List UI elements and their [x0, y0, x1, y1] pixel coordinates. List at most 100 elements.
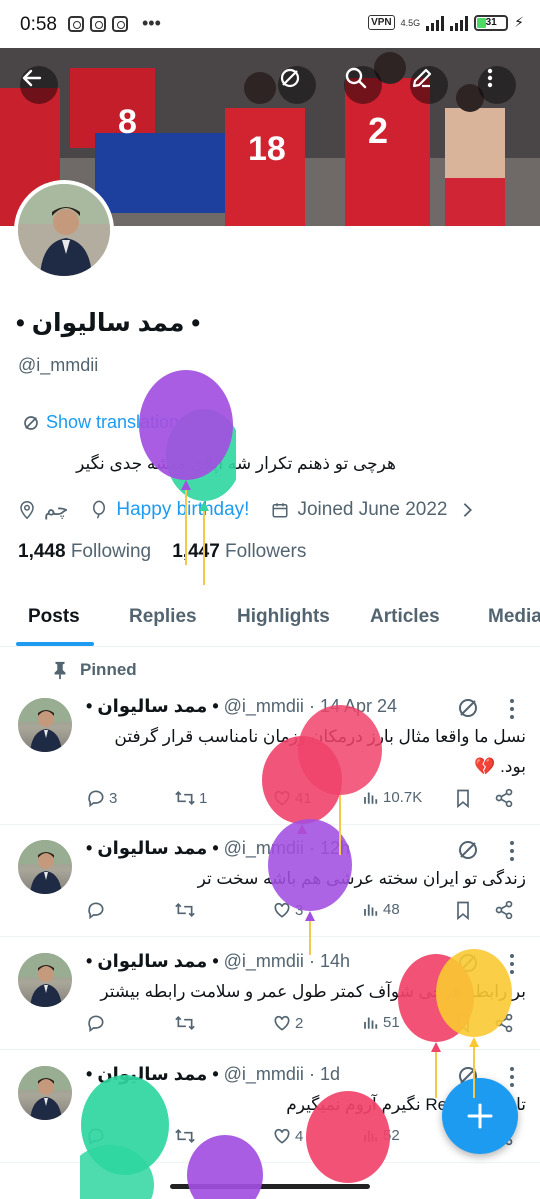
grok-icon[interactable] [456, 696, 480, 720]
tweet-avatar[interactable] [18, 840, 72, 894]
active-tab-indicator [16, 642, 94, 646]
share-button[interactable] [494, 788, 514, 808]
tab-articles[interactable]: Articles [370, 606, 440, 628]
tweet-text: زندگی تو ایران سخته عرشی هم باشه سخت تر [197, 869, 526, 888]
reply-button[interactable] [86, 1126, 109, 1146]
search-button[interactable] [344, 66, 382, 104]
tweet-author-name[interactable]: • ممد سالیوان • [86, 696, 219, 716]
retweet-icon [175, 1015, 195, 1031]
profile-tabs: Posts Replies Highlights Articles Media [0, 592, 540, 647]
pinned-label: Pinned [52, 660, 137, 680]
like-button[interactable]: 41 [272, 788, 312, 808]
follow-stats: 1,448 Following 1,447 Followers [18, 541, 306, 563]
more-button[interactable] [478, 66, 516, 104]
tab-media[interactable]: Media [488, 606, 540, 628]
grok-icon[interactable] [456, 838, 480, 862]
views-count: 10.7K [383, 788, 423, 806]
tweet-header: • ممد سالیوان • @i_mmdii · 1d [86, 1064, 340, 1085]
tab-highlights[interactable]: Highlights [237, 606, 330, 628]
views-button[interactable]: 10.7K [362, 788, 422, 806]
status-notification-icons: ••• [68, 13, 161, 33]
reply-icon [88, 1128, 104, 1146]
tweet-header: • ممد سالیوان • @i_mmdii · 14 Apr 24 [86, 696, 397, 717]
grok-button[interactable] [278, 66, 316, 104]
retweet-button[interactable] [174, 900, 199, 920]
share-button[interactable] [494, 900, 514, 920]
views-icon [364, 1017, 378, 1029]
like-icon [274, 790, 290, 806]
calendar-icon [272, 502, 288, 517]
followers-link[interactable]: 1,447 Followers [172, 541, 306, 562]
retweet-icon [175, 1128, 195, 1144]
tweet-author-name[interactable]: • ممد سالیوان • [86, 1064, 219, 1084]
pinned-text: Pinned [80, 660, 137, 679]
like-button[interactable]: 4 [272, 1126, 303, 1146]
more-notifications-icon: ••• [142, 13, 161, 33]
profile-location: چم [44, 499, 69, 520]
vpn-badge: VPN [368, 15, 395, 30]
tab-posts[interactable]: Posts [28, 606, 80, 628]
bookmark-button[interactable] [454, 900, 472, 920]
grok-icon[interactable] [456, 951, 480, 975]
retweet-button[interactable] [174, 1013, 199, 1033]
bookmark-button[interactable] [454, 1013, 472, 1033]
tweet-text: نسل ما واقعا مثال بارز درمکان وزمان نامن… [114, 727, 526, 776]
like-icon [274, 1015, 290, 1031]
tweet-more-icon[interactable] [508, 840, 516, 862]
views-button[interactable]: 52 [362, 1126, 400, 1144]
retweet-button[interactable] [174, 1126, 199, 1146]
tweet-more-icon[interactable] [508, 698, 516, 720]
tab-replies[interactable]: Replies [129, 606, 197, 628]
edit-button[interactable] [410, 66, 448, 104]
bookmark-icon [457, 789, 469, 808]
reply-count: 3 [109, 789, 118, 807]
tweet-separator: · [308, 696, 315, 716]
pin-icon [54, 661, 66, 680]
svg-text:2: 2 [368, 110, 388, 151]
profile-avatar[interactable] [14, 180, 114, 280]
tweet-time: 12h [319, 838, 350, 858]
bookmark-button[interactable] [454, 788, 472, 808]
balloon-icon [93, 500, 106, 519]
share-icon [495, 788, 513, 808]
status-bar: 0:58 ••• VPN 4.5G 31 ⚡ [0, 0, 540, 48]
reply-button[interactable] [86, 1013, 109, 1033]
tweet-author-name[interactable]: • ممد سالیوان • [86, 838, 219, 858]
tweet-avatar[interactable] [18, 698, 72, 752]
battery-icon: 31 [474, 14, 509, 31]
retweet-button[interactable]: 1 [174, 788, 207, 808]
status-right: VPN 4.5G 31 ⚡ [368, 14, 524, 31]
tweet-author-handle: @i_mmdii [223, 951, 304, 971]
reply-button[interactable] [86, 900, 109, 920]
signal-icon [450, 15, 469, 31]
following-link[interactable]: 1,448 Following [18, 541, 151, 562]
compose-button[interactable] [442, 1078, 518, 1154]
chevron-right-icon[interactable] [461, 501, 475, 519]
tweet-actions: 3 48 [86, 900, 526, 924]
like-button[interactable]: 3 [272, 900, 303, 920]
tweet-more-icon[interactable] [508, 1066, 516, 1088]
instagram-icon [112, 16, 128, 32]
views-button[interactable]: 51 [362, 1013, 400, 1031]
translate-icon [24, 415, 38, 430]
views-icon [364, 904, 378, 916]
tweet-author-name[interactable]: • ممد سالیوان • [86, 951, 219, 971]
birthday-link[interactable]: Happy birthday! [116, 499, 249, 521]
views-button[interactable]: 48 [362, 900, 400, 918]
share-button[interactable] [494, 1013, 514, 1033]
tweet-divider [0, 824, 540, 825]
more-vert-icon [487, 68, 493, 88]
like-count: 3 [295, 901, 304, 919]
reply-button[interactable]: 3 [86, 788, 117, 808]
tweet-divider [0, 1049, 540, 1050]
tweet-avatar[interactable] [18, 953, 72, 1007]
tweet-avatar[interactable] [18, 1066, 72, 1120]
back-button[interactable] [20, 66, 58, 104]
tweet-divider [0, 936, 540, 937]
show-translation-link[interactable]: Show translation [22, 412, 179, 433]
tweet-more-icon[interactable] [508, 953, 516, 975]
like-button[interactable]: 2 [272, 1013, 303, 1033]
status-time: 0:58 [20, 14, 57, 35]
like-count: 2 [295, 1014, 304, 1032]
bookmark-icon [457, 1014, 469, 1033]
